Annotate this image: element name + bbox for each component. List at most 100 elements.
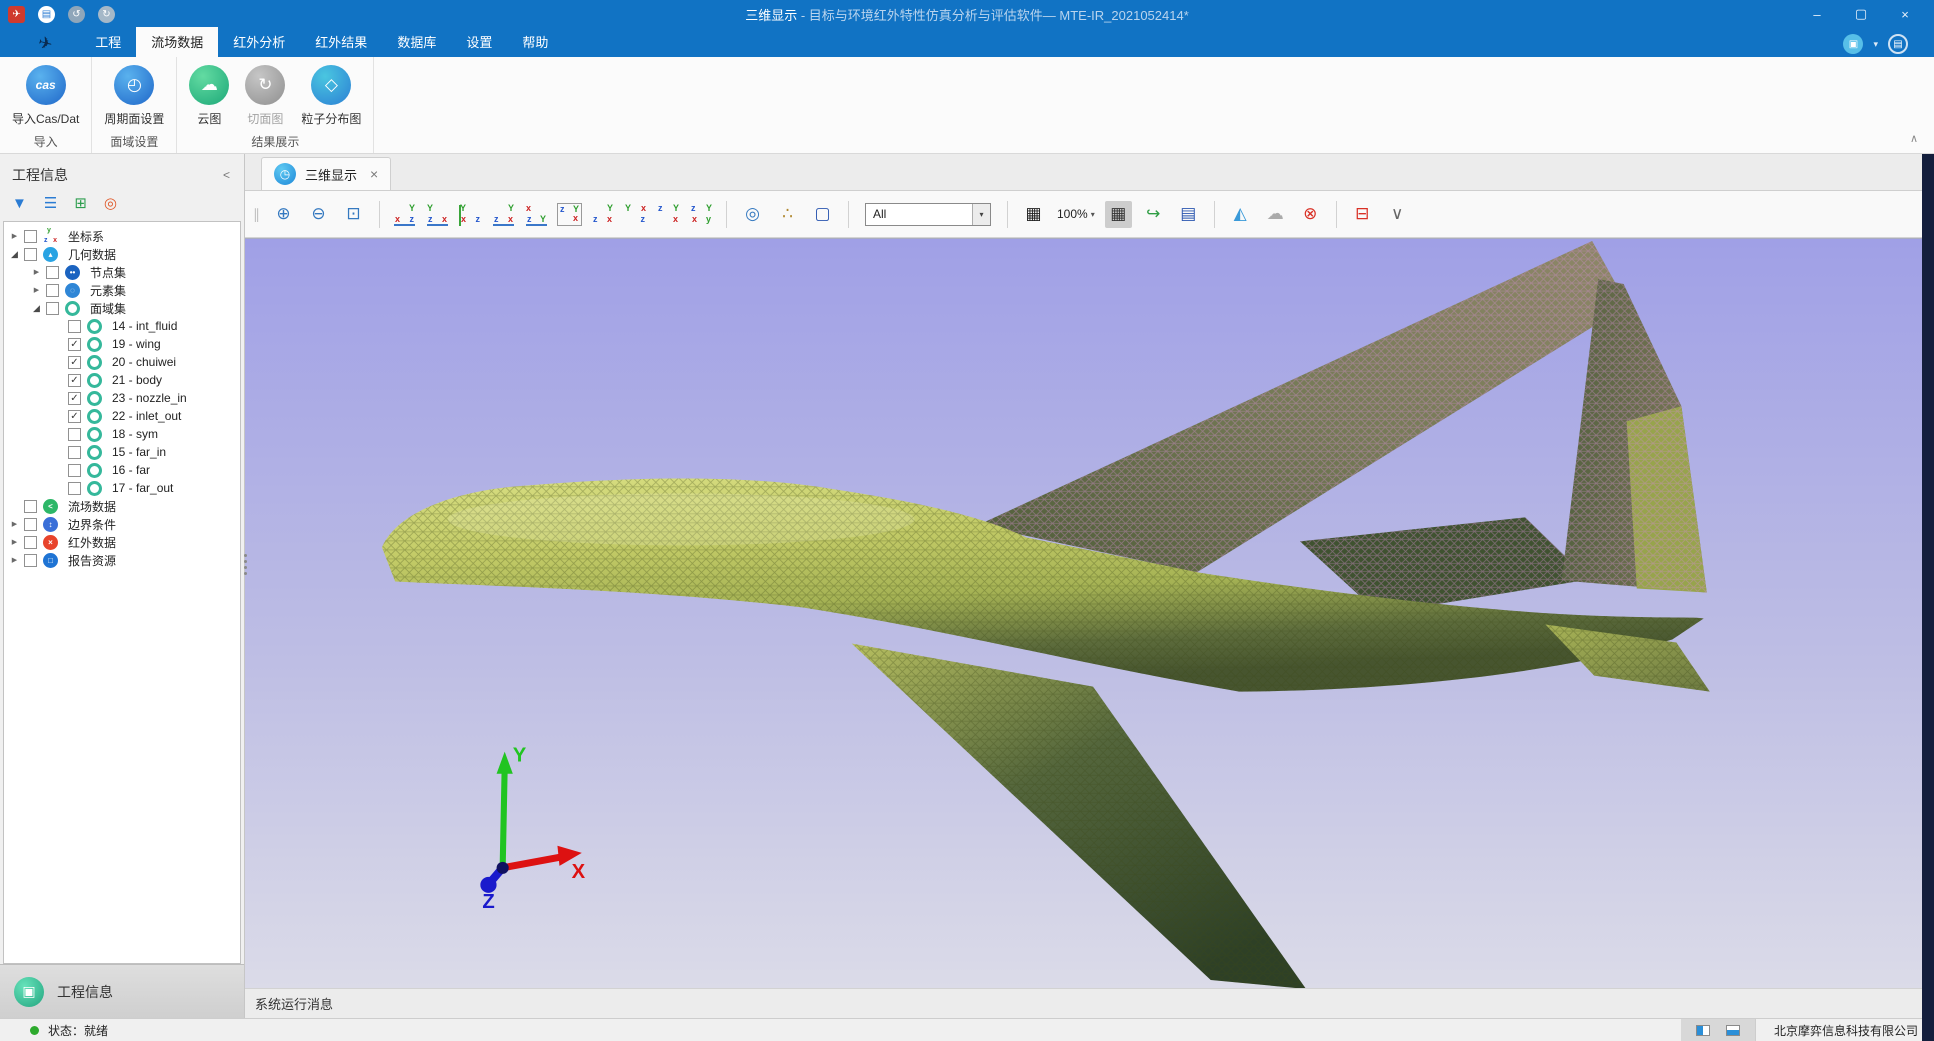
tree-checkbox[interactable] [24,518,37,531]
zoom-level-dropdown[interactable]: 100%▾ [1055,207,1097,221]
tree-row[interactable]: ◢面域集 [4,299,240,317]
menu-tab-infrared-results[interactable]: 红外结果 [300,27,382,57]
tree-row[interactable]: 15 - far_in [4,443,240,461]
tree-expander[interactable]: ▶ [30,286,43,294]
tree-row[interactable]: 16 - far [4,461,240,479]
undo-icon[interactable]: ↺ [68,6,85,23]
iso-view-3-icon[interactable]: zYx [656,203,681,226]
view-bottom-icon[interactable]: Yxz [392,203,417,226]
tree-row[interactable]: ✓20 - chuiwei [4,353,240,371]
tree-checkbox[interactable] [46,284,59,297]
tree-row[interactable]: ▶×红外数据 [4,533,240,551]
tree-row[interactable]: ▶◌元素集 [4,281,240,299]
cancel-icon[interactable]: ⊗ [1297,201,1324,228]
view-top-icon[interactable]: Yzx [425,203,450,226]
package-icon[interactable]: ⊟ [1349,201,1376,228]
tree-row[interactable]: ▶••节点集 [4,263,240,281]
menu-tab-engineering[interactable]: 工程 [80,27,136,57]
tree-row[interactable]: ▶yzx坐标系 [4,227,240,245]
tree-row[interactable]: ✓23 - nozzle_in [4,389,240,407]
tree-row[interactable]: <流场数据 [4,497,240,515]
app-logo-icon[interactable]: ✈ [8,6,25,23]
list-view-icon[interactable]: ☰ [44,194,57,212]
iso-view-1-icon[interactable]: Yzx [590,203,615,226]
menu-tab-help[interactable]: 帮助 [507,27,563,57]
tree-row[interactable]: 17 - far_out [4,479,240,497]
tree-checkbox[interactable] [68,320,81,333]
tree-expander[interactable]: ▶ [8,538,21,546]
tree-expander[interactable]: ◢ [8,249,21,260]
tree-expander[interactable]: ▶ [30,268,43,276]
tree-checkbox[interactable]: ✓ [68,410,81,423]
box-select-icon[interactable]: ▢ [809,201,836,228]
zoom-fit-icon[interactable]: ⊡ [340,201,367,228]
ribbon-button-periodic-face-setup[interactable]: ◴周期面设置 [96,64,172,128]
pane-split-horizontal-icon[interactable] [1726,1025,1740,1036]
view-front-icon[interactable]: Yxz [458,203,483,226]
locate-icon[interactable]: ◎ [739,201,766,228]
tree-row[interactable]: ✓22 - inlet_out [4,407,240,425]
menu-tab-settings[interactable]: 设置 [451,27,507,57]
menubar-caret-icon[interactable]: ▾ [1873,39,1878,50]
mesh-grid-icon[interactable]: ▦ [1105,201,1132,228]
tree-row[interactable]: ▶□报告资源 [4,551,240,569]
export-arrow-icon[interactable]: ↪ [1140,201,1167,228]
project-panel-footer[interactable]: ▣ 工程信息 [0,964,244,1018]
tree-checkbox[interactable] [68,464,81,477]
mirror-icon[interactable]: ◭ [1227,201,1254,228]
view-back-icon[interactable]: Yzx [491,203,516,226]
viewport-canvas[interactable]: Y X Z [245,239,1934,988]
toolbar-drag-handle[interactable]: ∥ [253,206,260,223]
display-mode-icon[interactable]: ▣ [1843,34,1863,54]
menu-tab-flow-field-data[interactable]: 流场数据 [136,27,218,57]
tree-row[interactable]: ✓19 - wing [4,335,240,353]
help-book-icon[interactable]: ▤ [1888,34,1908,54]
restore-button[interactable]: ▢ [1854,6,1868,22]
tree-expander[interactable]: ▶ [8,232,21,240]
tree-checkbox[interactable]: ✓ [68,338,81,351]
zoom-in-icon[interactable]: ⊕ [270,201,297,228]
redo-icon[interactable]: ↻ [98,6,115,23]
iso-view-2-icon[interactable]: Yxz [623,203,648,226]
dropdown-caret-icon[interactable]: ▾ [972,204,990,225]
iso-view-4-icon[interactable]: zYxy [689,203,714,226]
toolbar-more-icon[interactable]: ∨ [1384,201,1411,228]
panel-splitter-handle[interactable] [241,554,249,575]
tree-row[interactable]: 18 - sym [4,425,240,443]
view-left-icon[interactable]: xzY [524,203,549,226]
new-file-icon[interactable]: ▤ [38,6,55,23]
viewport-3d[interactable]: Y X Z [245,238,1934,988]
tree-expander[interactable]: ▶ [8,556,21,564]
grid-view-icon[interactable]: ⊞ [74,194,87,212]
zoom-out-icon[interactable]: ⊖ [305,201,332,228]
menu-tab-infrared-analysis[interactable]: 红外分析 [218,27,300,57]
tree-checkbox[interactable]: ✓ [68,356,81,369]
tree-checkbox[interactable] [24,230,37,243]
snapshot-icon[interactable]: ▤ [1175,201,1202,228]
tree-row[interactable]: 14 - int_fluid [4,317,240,335]
filter-icon[interactable]: ▼ [12,195,27,212]
tree-checkbox[interactable] [24,500,37,513]
tree-checkbox[interactable]: ✓ [68,374,81,387]
tree-row[interactable]: ✓21 - body [4,371,240,389]
pane-split-vertical-icon[interactable] [1696,1025,1710,1036]
tree-row[interactable]: ◢▴几何数据 [4,245,240,263]
tree-expander[interactable]: ▶ [8,520,21,528]
tree-checkbox[interactable] [24,554,37,567]
tree-checkbox[interactable] [46,266,59,279]
ribbon-button-import-cas-dat[interactable]: cas导入Cas/Dat [4,64,87,128]
doc-tab-3d-view[interactable]: ◷三维显示× [261,157,391,190]
tree-checkbox[interactable]: ✓ [68,392,81,405]
panel-collapse-icon[interactable]: < [223,168,230,182]
tree-checkbox[interactable] [24,248,37,261]
menu-tab-database[interactable]: 数据库 [382,27,451,57]
particles-icon[interactable]: ∴ [774,201,801,228]
tree-checkbox[interactable] [68,446,81,459]
ribbon-collapse-icon[interactable]: ∧ [1894,132,1934,153]
tree-expander[interactable]: ◢ [30,303,43,314]
tree-checkbox[interactable] [46,302,59,315]
checkerboard-icon[interactable]: ▦ [1020,201,1047,228]
target-icon[interactable]: ◎ [104,194,117,212]
tree-checkbox[interactable] [68,482,81,495]
tree-checkbox[interactable] [68,428,81,441]
